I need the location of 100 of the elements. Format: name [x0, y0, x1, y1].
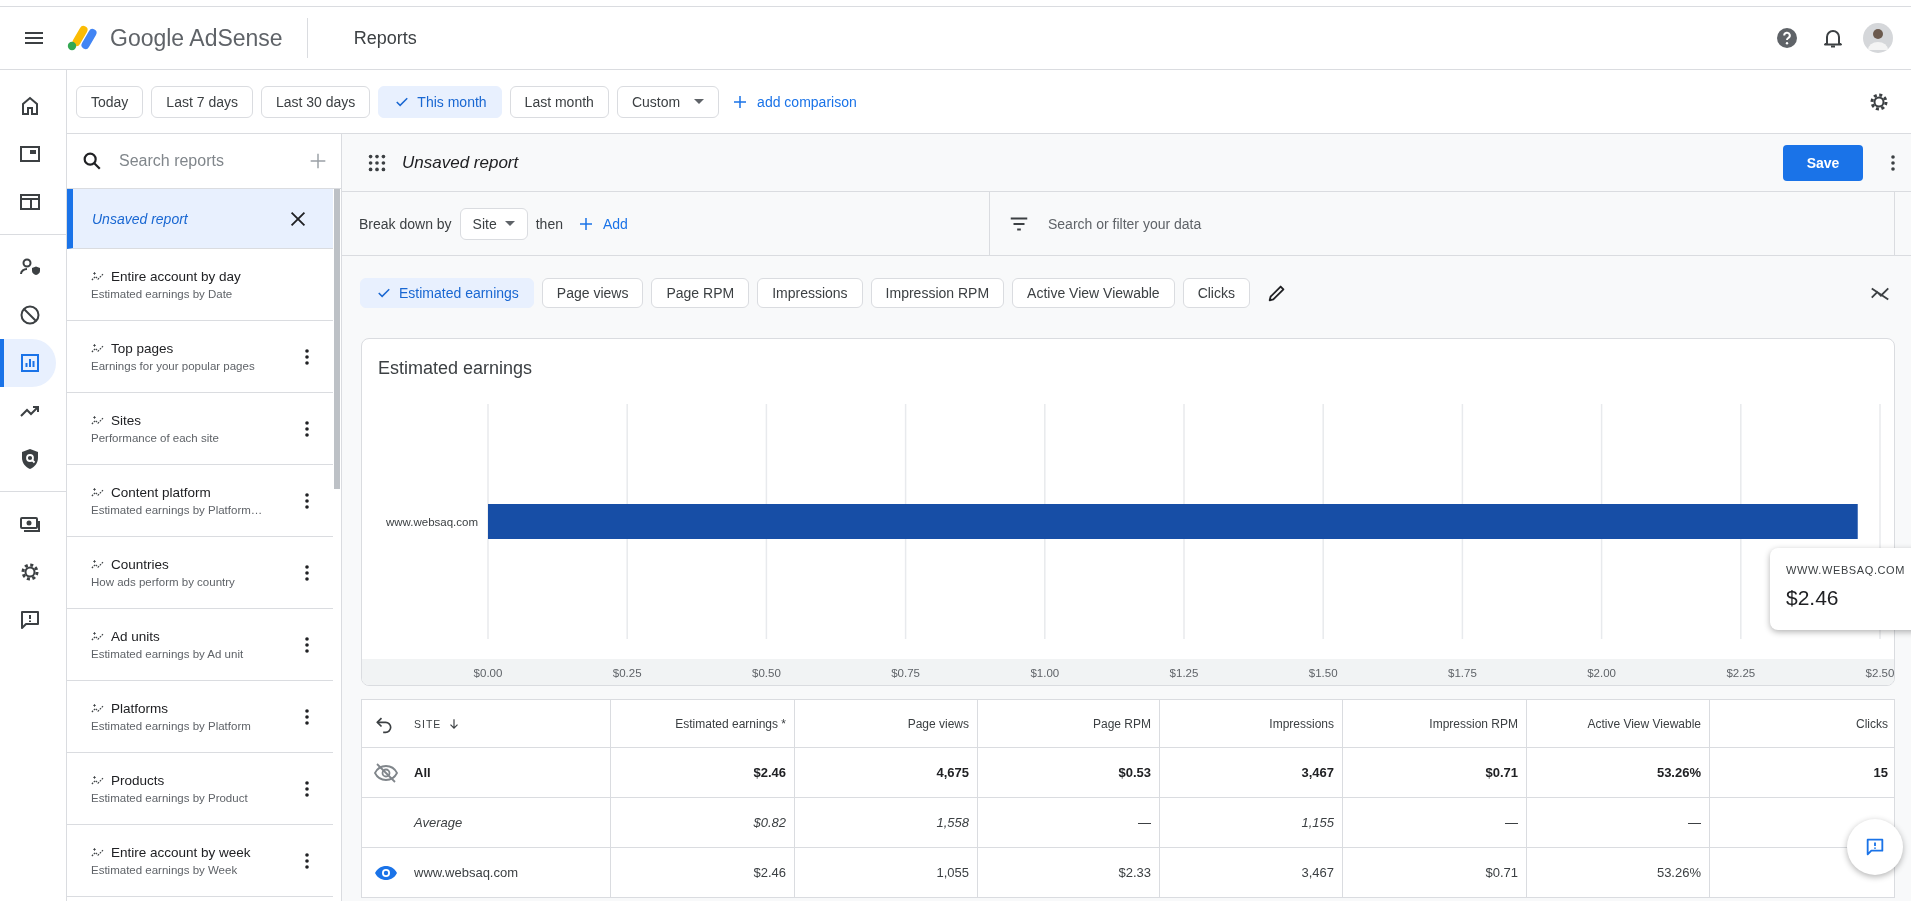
- date-range-chip[interactable]: Last 7 days: [151, 85, 253, 118]
- add-dimension-link[interactable]: Add: [577, 214, 628, 233]
- axis-tick-label: $1.50: [1308, 667, 1338, 679]
- table-cell: 3,467: [1301, 765, 1334, 780]
- report-title: Content platform: [111, 485, 211, 500]
- report-item[interactable]: Platforms Estimated earnings by Platform: [67, 681, 333, 753]
- report-subtitle: Earnings for your popular pages: [91, 360, 256, 372]
- more-icon[interactable]: [305, 420, 309, 437]
- table-cell: $2.46: [753, 765, 786, 780]
- sparkle-trend-icon: [91, 559, 105, 570]
- report-title: Sites: [111, 413, 141, 428]
- avatar[interactable]: [1863, 23, 1893, 53]
- metric-chip[interactable]: Estimated earnings: [360, 278, 534, 308]
- column-header[interactable]: Page views: [907, 716, 969, 731]
- logo-icon: [66, 24, 100, 52]
- column-header[interactable]: SITE: [414, 717, 442, 730]
- date-range-chip[interactable]: Custom: [616, 85, 720, 118]
- more-icon[interactable]: [305, 780, 309, 797]
- add-comparison-link[interactable]: add comparison: [731, 92, 857, 111]
- column-header[interactable]: Impressions: [1269, 716, 1334, 731]
- bar-chart-icon[interactable]: [0, 339, 56, 387]
- caret-icon: [694, 99, 705, 104]
- breakdown-label: Break down by: [359, 215, 452, 232]
- report-subtitle: Performance of each site: [91, 432, 220, 444]
- table-cell: 1,155: [1301, 815, 1334, 830]
- sparkle-trend-icon: [91, 703, 105, 714]
- report-item[interactable]: Countries How ads perform by country: [67, 537, 333, 609]
- more-icon[interactable]: [1891, 154, 1895, 171]
- column-header[interactable]: Impression RPM: [1429, 716, 1518, 731]
- more-icon[interactable]: [305, 708, 309, 725]
- report-title: Products: [111, 773, 165, 788]
- table-cell: All: [414, 765, 431, 780]
- more-icon[interactable]: [305, 492, 309, 509]
- date-range-chip[interactable]: Last month: [509, 85, 609, 118]
- date-range-chip[interactable]: Today: [76, 85, 144, 118]
- column-header[interactable]: Page RPM: [1092, 716, 1151, 731]
- report-subtitle: Estimated earnings by Product: [91, 792, 249, 804]
- axis-tick-label: $1.00: [1030, 667, 1060, 679]
- more-icon[interactable]: [305, 636, 309, 653]
- report-item[interactable]: Products Estimated earnings by Product: [67, 753, 333, 825]
- report-name: Unsaved report: [402, 152, 519, 173]
- more-icon[interactable]: [305, 852, 309, 869]
- metric-chip[interactable]: Clicks: [1182, 278, 1250, 308]
- metric-chip[interactable]: Impressions: [757, 278, 863, 308]
- report-subtitle: Estimated earnings by Week: [91, 864, 239, 876]
- report-item[interactable]: Sites Performance of each site: [67, 393, 333, 465]
- report-subtitle: Estimated earnings by Ad unit: [91, 648, 245, 660]
- column-header[interactable]: Estimated earnings *: [675, 716, 786, 731]
- tooltip-label: WWW.WEBSAQ.COM: [1786, 564, 1906, 576]
- caret-icon: [504, 221, 515, 226]
- page-title: Reports: [353, 27, 417, 49]
- eye-off-icon[interactable]: [374, 760, 398, 785]
- axis-tick-label: $0.75: [891, 667, 920, 679]
- table-cell: 3,467: [1301, 865, 1334, 880]
- metric-chip[interactable]: Active View Viewable: [1012, 278, 1175, 308]
- column-header[interactable]: Clicks: [1856, 716, 1888, 731]
- report-subtitle: Estimated earnings by Platform…: [91, 504, 264, 516]
- filter-field[interactable]: Search or filter your data: [1046, 214, 1894, 233]
- report-title: Unsaved report: [92, 210, 188, 227]
- table-cell: $2.33: [1118, 865, 1151, 880]
- then-label: then: [535, 215, 563, 232]
- report-item[interactable]: Entire account by day Estimated earnings by Date: [67, 249, 333, 321]
- table-cell: 1,055: [936, 865, 969, 880]
- date-range-chip[interactable]: Last 30 days: [260, 85, 371, 118]
- date-range-chip[interactable]: This month: [378, 85, 502, 118]
- save-button[interactable]: Save: [1783, 144, 1863, 181]
- metric-chip[interactable]: Impression RPM: [870, 278, 1005, 308]
- report-item[interactable]: Ad units Estimated earnings by Ad unit: [67, 609, 333, 681]
- report-subtitle: How ads perform by country: [91, 576, 236, 588]
- table-cell: —: [1505, 815, 1518, 830]
- report-item[interactable]: Top pages Earnings for your popular pages: [67, 321, 333, 393]
- metric-chip[interactable]: Page views: [541, 278, 644, 308]
- table-cell: $0.53: [1118, 765, 1151, 780]
- table-cell: $2.46: [753, 865, 786, 880]
- table-cell: 53.26%: [1656, 765, 1701, 780]
- report-item[interactable]: Unsaved report: [67, 189, 333, 249]
- report-title: Platforms: [111, 701, 168, 716]
- sparkle-trend-icon: [91, 847, 105, 858]
- dimension-dropdown[interactable]: Site: [459, 207, 528, 240]
- chart-title: Estimated earnings: [377, 356, 534, 380]
- axis-tick-label: $2.50: [1865, 667, 1894, 679]
- help-icon[interactable]: [1775, 26, 1799, 50]
- report-title: Ad units: [111, 629, 160, 644]
- table-cell: 53.26%: [1656, 865, 1701, 880]
- product-name: Google AdSense: [110, 24, 283, 52]
- metric-chip[interactable]: Page RPM: [651, 278, 750, 308]
- more-icon[interactable]: [305, 564, 309, 581]
- axis-tick-label: $0.00: [473, 667, 503, 679]
- axis-tick-label: $2.25: [1726, 667, 1756, 679]
- sparkle-trend-icon: [91, 271, 105, 282]
- table-cell: —: [1138, 815, 1151, 830]
- column-header[interactable]: Active View Viewable: [1587, 716, 1701, 731]
- report-title: Countries: [111, 557, 169, 572]
- scrollbar[interactable]: [334, 189, 340, 489]
- table-cell: www.websaq.com: [414, 865, 519, 880]
- axis-tick-label: $0.50: [752, 667, 781, 679]
- more-icon[interactable]: [305, 348, 309, 365]
- report-item[interactable]: Entire account by week Estimated earnings by Week: [67, 825, 333, 897]
- report-title: Entire account by week: [111, 845, 251, 860]
- report-item[interactable]: Content platform Estimated earnings by Platform…: [67, 465, 333, 537]
